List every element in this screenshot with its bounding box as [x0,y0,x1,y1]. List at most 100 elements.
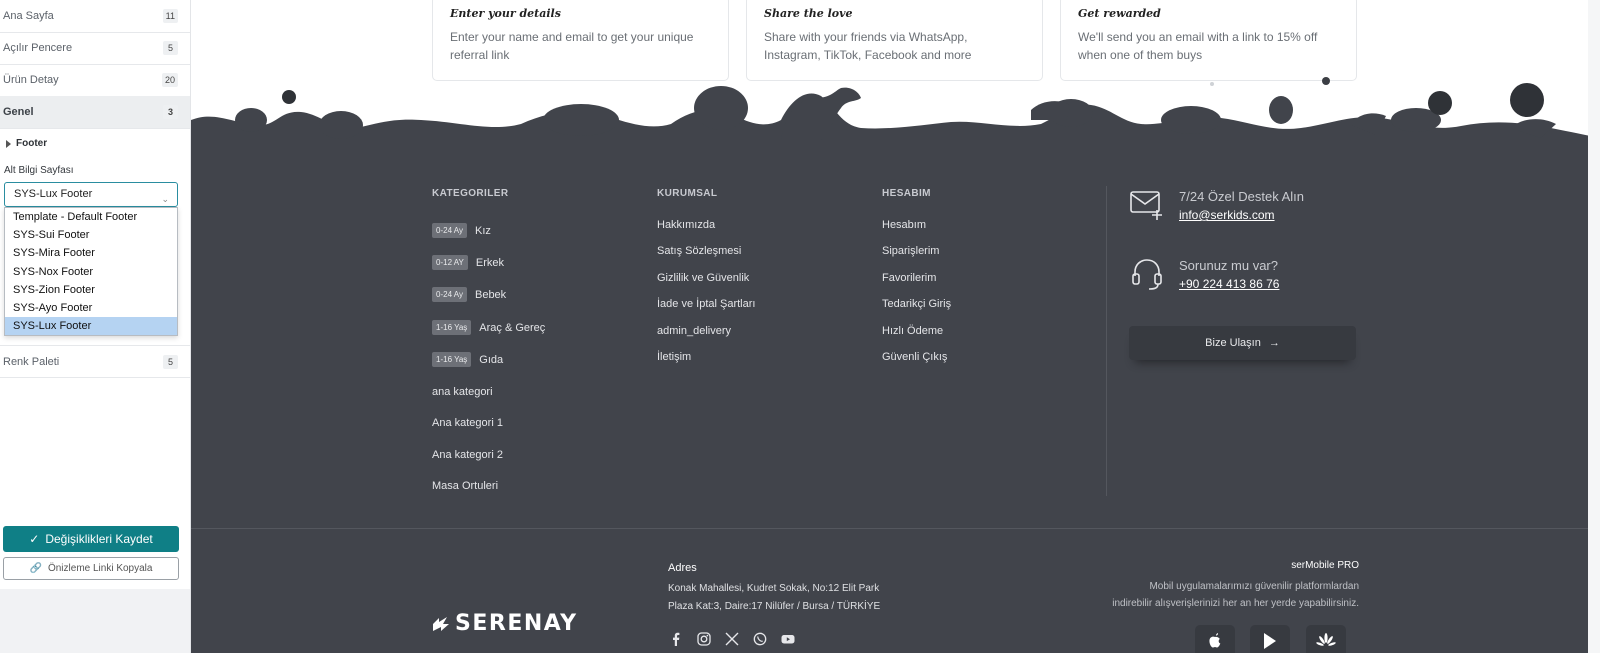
facebook-icon[interactable] [669,632,683,646]
question-title: Sorunuz mu var? [1179,258,1278,273]
caret-right-icon [6,139,11,148]
youtube-icon[interactable] [781,632,795,646]
address-title: Adres [668,562,697,574]
card-title: Get rewarded [1078,7,1161,20]
section-genel[interactable]: Genel 3 [0,96,190,129]
category-label: Gıda [479,353,504,366]
corporate-link[interactable]: Satış Sözleşmesi [657,245,741,257]
section-label: Ürün Detay [3,74,59,86]
phone-link[interactable]: +90 224 413 86 76 [1179,277,1279,291]
support-title: 7/24 Özel Destek Alın [1179,189,1305,204]
corporate-link[interactable]: Hakkımızda [657,219,715,231]
account-link[interactable]: Tedarikçi Giriş [882,298,951,310]
panel-footer-area [0,589,190,653]
footer-page-select[interactable]: SYS-Lux Footer ⌄ [4,182,178,207]
contact-us-button[interactable]: Bize Ulaşın → [1129,326,1356,360]
footer-option[interactable]: SYS-Nox Footer [5,263,177,281]
apple-icon [1209,633,1221,648]
address-line: Konak Mahallesi, Kudret Sokak, No:12 Eli… [668,583,880,594]
category-label: Erkek [475,256,504,269]
footer-divider [191,528,1600,529]
card-text: We'll send you an email with a link to 1… [1078,30,1318,62]
categories-heading: KATEGORILER [432,188,509,199]
category-link[interactable]: 0-24 Ay Bebek [432,287,506,302]
google-play-button[interactable] [1250,625,1290,653]
category-link[interactable]: 1-16 Yaş Gıda [432,352,503,367]
card-text: Share with your friends via WhatsApp, In… [764,30,972,62]
age-badge: 1-16 Yaş [432,320,472,335]
support-email-link[interactable]: info@serkids.com [1179,208,1275,222]
section-acilir-pencere[interactable]: Açılır Pencere 5 [0,32,190,65]
apple-store-button[interactable] [1195,625,1235,653]
section-count-badge: 5 [163,355,178,369]
huawei-icon [1316,633,1336,646]
card-title: Share the love [764,7,853,20]
save-changes-button[interactable]: ✓ Değişiklikleri Kaydet [3,526,179,552]
section-urun-detay[interactable]: Ürün Detay 20 [0,64,190,97]
section-label: Açılır Pencere [3,42,73,54]
link-icon: 🔗 [29,563,42,574]
store-preview: Enter your details Enter your name and e… [191,0,1600,653]
section-renk-paleti[interactable]: Renk Paleti 5 [0,345,190,378]
account-heading: HESABIM [882,188,931,199]
corporate-heading: KURUMSAL [657,188,718,199]
category-label: Kız [474,224,491,237]
arrow-right-icon: → [1268,337,1280,349]
corporate-link[interactable]: admin_delivery [657,325,731,337]
copy-preview-link-button[interactable]: 🔗 Önizleme Linki Kopyala [3,557,179,580]
section-label: Ana Sayfa [3,10,54,22]
address-line: Plaza Kat:3, Daire:17 Nilüfer / Bursa / … [668,601,881,612]
category-link[interactable]: 1-16 Yaş Araç & Gereç [432,320,545,335]
footer-option[interactable]: SYS-Lux Footer [5,317,177,336]
footer-option[interactable]: SYS-Ayo Footer [5,299,177,317]
corporate-link[interactable]: Gizlilik ve Güvenlik [657,272,749,284]
card-text: Enter your name and email to get your un… [450,30,694,62]
category-label: Bebek [474,288,507,301]
corporate-link[interactable]: İade ve İptal Şartları [657,298,755,310]
age-badge: 0-24 Ay [432,287,467,302]
category-link[interactable]: 0-12 AY Erkek [432,255,504,270]
x-icon[interactable] [725,632,739,646]
section-count-badge: 5 [163,41,178,55]
huawei-store-button[interactable] [1306,625,1346,653]
corporate-link[interactable]: İletişim [657,351,691,363]
footer-subsection-toggle[interactable]: Footer [6,138,47,149]
category-link[interactable]: Masa Ortuleri [432,480,498,492]
referral-step-card: Enter your details Enter your name and e… [432,0,729,81]
contact-button-label: Bize Ulaşın [1205,337,1261,349]
account-link[interactable]: Favorilerim [882,272,936,284]
section-count-badge: 11 [162,9,178,23]
select-value: SYS-Lux Footer [14,188,93,200]
account-link[interactable]: Hızlı Ödeme [882,325,943,337]
category-link[interactable]: ana kategori [432,386,493,398]
copy-button-label: Önizleme Linki Kopyala [47,563,153,574]
section-label: Renk Paleti [3,355,60,368]
section-count-badge: 3 [163,105,178,119]
footer-option[interactable]: SYS-Mira Footer [5,244,177,262]
referral-step-card: Get rewarded We'll send you an email wit… [1060,0,1357,81]
google-play-icon [1264,633,1276,649]
account-link[interactable]: Hesabım [882,219,926,231]
category-link[interactable]: Ana kategori 1 [432,417,503,429]
account-link[interactable]: Güvenli Çıkış [882,351,947,363]
mobile-app-text: indirebilir alışverişlerinizi her an her… [1112,598,1359,609]
referral-step-card: Share the love Share with your friends v… [746,0,1043,81]
footer-page-dropdown: Template - Default Footer SYS-Sui Footer S… [4,207,178,337]
whatsapp-icon[interactable] [753,632,767,646]
save-button-label: Değişiklikleri Kaydet [45,532,153,546]
footer-option[interactable]: Template - Default Footer [5,208,177,226]
age-badge: 0-24 Ay [432,223,467,238]
footer-page-label: Alt Bilgi Sayfası [4,165,74,176]
category-link[interactable]: 0-24 Ay Kız [432,223,491,238]
footer-option[interactable]: SYS-Sui Footer [5,226,177,244]
social-links [669,632,795,646]
instagram-icon[interactable] [697,632,711,646]
subsection-label: Footer [16,138,48,149]
brand-logo[interactable]: SERENAY [431,611,578,636]
account-link[interactable]: Siparişlerim [882,245,939,257]
section-count-badge: 20 [161,73,178,87]
section-ana-sayfa[interactable]: Ana Sayfa 11 [0,0,190,33]
preview-scrollbar[interactable] [1588,0,1600,653]
category-link[interactable]: Ana kategori 2 [432,449,503,461]
footer-option[interactable]: SYS-Zion Footer [5,281,177,299]
